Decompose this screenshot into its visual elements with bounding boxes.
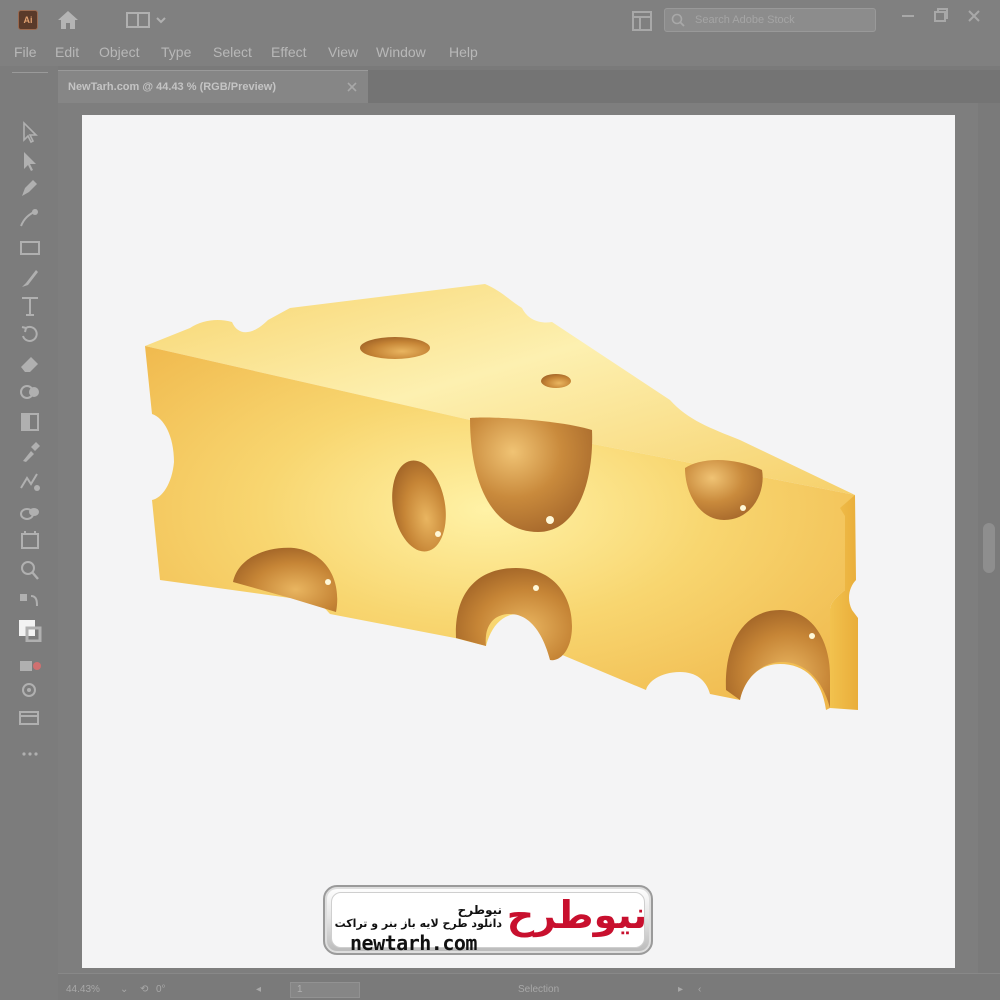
- draw-mode-icon[interactable]: [17, 654, 43, 678]
- minimize-icon[interactable]: [898, 6, 918, 26]
- curvature-tool-icon[interactable]: [17, 206, 43, 230]
- search-field[interactable]: Search Adobe Stock: [664, 8, 876, 32]
- fill-stroke-icon[interactable]: [17, 618, 43, 643]
- artboard-number: 1: [297, 984, 303, 995]
- rotation-value[interactable]: 0°: [156, 984, 166, 1000]
- rotate-view-icon[interactable]: ⟲: [140, 984, 148, 1000]
- search-placeholder: Search Adobe Stock: [695, 14, 795, 26]
- watermark-title: نیوطرح: [457, 903, 502, 917]
- title-bar: Ai Search Adobe Stock: [0, 0, 1000, 40]
- menu-edit[interactable]: Edit: [55, 44, 79, 60]
- cheese-hole: [360, 337, 430, 359]
- arrange-documents-icon[interactable]: [632, 11, 652, 31]
- document-tab-strip: NewTarh.com @ 44.43 % (RGB/Preview): [58, 70, 1000, 103]
- tools-panel: [0, 66, 58, 1000]
- highlight-sparkle: [740, 505, 746, 511]
- selection-tool-icon[interactable]: [17, 120, 43, 144]
- restore-icon[interactable]: [931, 6, 951, 26]
- menu-effect[interactable]: Effect: [271, 44, 307, 60]
- home-icon[interactable]: [56, 9, 80, 31]
- workspace-switcher-icon[interactable]: [126, 11, 168, 29]
- status-menu-icon[interactable]: ‹: [698, 984, 701, 1000]
- screen-mode-icon[interactable]: [17, 678, 43, 702]
- zoom-tool-icon[interactable]: [17, 558, 43, 582]
- document-tab[interactable]: NewTarh.com @ 44.43 % (RGB/Preview): [58, 70, 368, 103]
- illustrator-logo[interactable]: Ai: [18, 10, 38, 30]
- toolbar-grip[interactable]: [12, 72, 48, 74]
- menu-window[interactable]: Window: [376, 44, 426, 60]
- direct-selection-tool-icon[interactable]: [17, 149, 43, 173]
- rotate-tool-icon[interactable]: [17, 322, 43, 346]
- blend-tool-icon[interactable]: [17, 470, 43, 494]
- menu-view[interactable]: View: [328, 44, 358, 60]
- symbol-sprayer-tool-icon[interactable]: [17, 500, 43, 524]
- search-icon: [671, 13, 685, 27]
- menu-type[interactable]: Type: [161, 44, 191, 60]
- zoom-dropdown-icon[interactable]: ⌄: [120, 984, 128, 1000]
- highlight-sparkle: [533, 585, 539, 591]
- menu-object[interactable]: Object: [99, 44, 139, 60]
- highlight-sparkle: [546, 516, 554, 524]
- menu-help[interactable]: Help: [449, 44, 478, 60]
- swap-colors-icon[interactable]: [17, 590, 43, 614]
- eraser-tool-icon[interactable]: [17, 351, 43, 375]
- prev-artboard-icon[interactable]: ◂: [256, 984, 261, 1000]
- close-tab-icon[interactable]: [345, 80, 359, 94]
- menu-file[interactable]: File: [14, 44, 37, 60]
- cheese-illustration[interactable]: [140, 280, 860, 720]
- status-bar: 44.43% ⌄ ⟲ 0° ◂ 1 Selection ▸ ‹: [58, 973, 1000, 1000]
- paintbrush-tool-icon[interactable]: [17, 266, 43, 290]
- status-play-icon[interactable]: ▸: [678, 984, 683, 1000]
- more-tools-icon[interactable]: [17, 742, 43, 766]
- current-tool-label: Selection: [518, 984, 560, 995]
- edit-toolbar-icon[interactable]: [17, 706, 43, 730]
- type-tool-icon[interactable]: [17, 294, 43, 318]
- close-icon[interactable]: [964, 6, 984, 26]
- document-tab-label: NewTarh.com @ 44.43 % (RGB/Preview): [68, 81, 276, 93]
- menu-select[interactable]: Select: [213, 44, 252, 60]
- shape-builder-tool-icon[interactable]: [17, 380, 43, 404]
- vertical-scrollbar[interactable]: [978, 103, 1000, 973]
- watermark-site: newtarh.com: [350, 931, 477, 955]
- eyedropper-tool-icon[interactable]: [17, 440, 43, 464]
- artboard-tool-icon[interactable]: [17, 528, 43, 552]
- rectangle-tool-icon[interactable]: [17, 236, 43, 260]
- gradient-tool-icon[interactable]: [17, 410, 43, 434]
- newtarh-watermark: نیوطرح دانلود طرح لایه باز بنر و تراکت n…: [323, 885, 653, 955]
- highlight-sparkle: [435, 531, 441, 537]
- watermark-panel: نیوطرح دانلود طرح لایه باز بنر و تراکت n…: [331, 892, 647, 953]
- highlight-sparkle: [809, 633, 815, 639]
- scrollbar-thumb[interactable]: [983, 523, 995, 573]
- highlight-sparkle: [325, 579, 331, 585]
- menu-bar: File Edit Object Type Select Effect View…: [0, 40, 1000, 66]
- pen-tool-icon[interactable]: [17, 176, 43, 200]
- watermark-tagline: دانلود طرح لایه باز بنر و تراکت: [334, 917, 502, 930]
- newtarh-logo: نیوطرح: [506, 893, 648, 937]
- artboard-number-field[interactable]: 1: [290, 982, 360, 998]
- zoom-level[interactable]: 44.43%: [66, 984, 100, 1000]
- cheese-hole: [541, 374, 571, 388]
